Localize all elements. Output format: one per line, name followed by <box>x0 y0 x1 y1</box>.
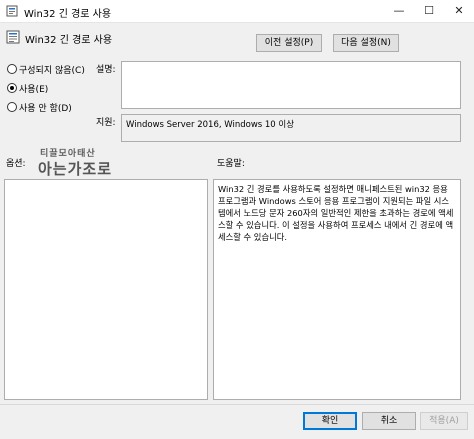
ok-button[interactable]: 확인 <box>303 412 357 430</box>
options-label: 옵션: <box>6 159 26 169</box>
radio-enabled[interactable] <box>7 83 17 93</box>
supported-label: 지원: <box>96 118 116 128</box>
window-title: Win32 긴 경로 사용 <box>24 9 112 20</box>
policy-setting-icon <box>6 30 20 44</box>
options-panel[interactable] <box>4 179 208 400</box>
policy-name: Win32 긴 경로 사용 <box>25 35 113 46</box>
maximize-icon: ☐ <box>424 4 434 17</box>
previous-setting-button[interactable]: 이전 설정(P) <box>256 34 322 52</box>
radio-disabled[interactable] <box>7 102 17 112</box>
minimize-icon: — <box>393 4 405 17</box>
next-setting-button[interactable]: 다음 설정(N) <box>333 34 399 52</box>
radio-enabled-label: 사용(E) <box>19 85 49 95</box>
radio-not-configured-label: 구성되지 않음(C) <box>19 66 85 76</box>
close-button[interactable]: ✕ <box>444 0 474 22</box>
supported-field: Windows Server 2016, Windows 10 이상 <box>121 114 461 142</box>
help-label: 도움말: <box>217 159 245 169</box>
policy-app-icon <box>6 5 18 17</box>
comment-label: 설명: <box>96 65 116 75</box>
comment-field[interactable] <box>121 61 461 109</box>
radio-not-configured[interactable] <box>7 64 17 74</box>
maximize-button[interactable]: ☐ <box>414 0 444 22</box>
cancel-button[interactable]: 취소 <box>362 412 416 430</box>
apply-button[interactable]: 적용(A) <box>420 412 468 430</box>
minimize-button[interactable]: — <box>384 0 414 22</box>
close-icon: ✕ <box>454 4 464 17</box>
help-text-panel: Win32 긴 경로를 사용하도록 설정하면 매니페스트된 win32 응용 프… <box>213 179 461 400</box>
radio-disabled-label: 사용 안 함(D) <box>19 104 72 114</box>
footer-separator <box>0 404 474 405</box>
watermark-line2: 아는가조로 <box>38 160 113 178</box>
